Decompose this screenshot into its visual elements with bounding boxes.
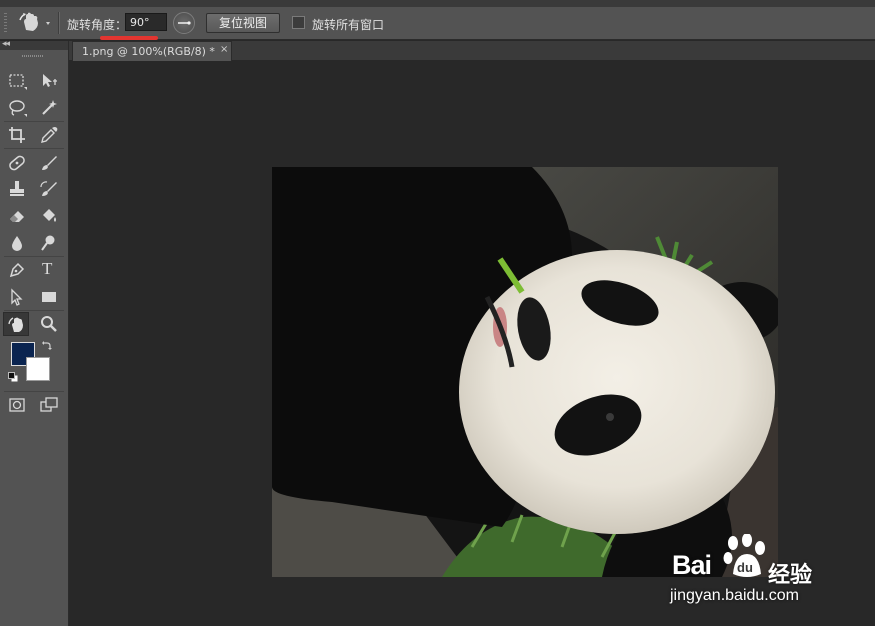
rotation-dial[interactable] [173,12,195,34]
eraser-icon [10,211,24,222]
quick-mask-button[interactable] [4,393,30,417]
paint-bucket-icon [43,209,56,222]
rotate-all-windows-checkbox[interactable] [292,16,305,29]
crop-tool[interactable] [4,123,30,147]
tool-preset-picker[interactable] [16,11,54,35]
move-tool[interactable] [36,69,62,93]
close-tab-icon[interactable]: × [220,44,228,55]
options-separator [58,12,60,34]
tool-group-divider [4,310,64,311]
rotate-all-windows-label: 旋转所有窗口 [312,18,385,32]
rotate-view-tool[interactable] [3,312,29,336]
magic-wand-icon [42,100,57,115]
crop-icon [9,127,25,143]
tools-panel-grip[interactable] [22,55,44,57]
healing-brush-icon [9,155,25,171]
rotate-view-icon [19,12,50,31]
panda-image[interactable] [272,167,778,577]
blur-tool[interactable] [4,231,30,255]
pen-icon [9,262,25,278]
default-colors-icon[interactable] [8,372,19,383]
clone-stamp-tool[interactable] [4,177,30,201]
brush-icon [42,156,57,170]
collapse-panel-icon[interactable]: ◂◂ [2,39,10,49]
dodge-icon [41,235,55,251]
magic-wand-tool[interactable] [36,96,62,120]
blur-icon [12,236,22,251]
eyedropper-icon [41,127,58,143]
chevron-down-icon [46,22,50,25]
healing-brush-tool[interactable] [4,151,30,175]
zoom-tool[interactable] [36,312,62,336]
watermark-url: jingyan.baidu.com [670,587,799,604]
type-tool[interactable]: T [36,258,62,282]
dial-indicator-icon [178,21,191,25]
document-tab[interactable]: 1.png @ 100%(RGB/8) * × [72,41,232,61]
red-annotation-underline [100,36,158,40]
paw-du-text: du [737,560,753,575]
lasso-tool[interactable] [4,96,30,120]
zoom-icon [41,316,57,332]
paint-bucket-tool[interactable] [36,204,62,228]
path-selection-icon [11,288,23,306]
clone-stamp-icon [10,181,24,196]
rectangular-marquee-tool[interactable] [4,69,30,93]
rotation-angle-label: 旋转角度： [67,18,128,32]
type-icon: T [42,259,53,278]
swap-colors-icon[interactable] [41,339,53,351]
background-color-swatch[interactable] [26,357,50,381]
screen-mode-icon [40,397,58,412]
paw-icon: du [723,534,765,577]
history-brush-icon [40,181,57,196]
options-bar-grip[interactable] [4,13,7,33]
baidu-logo-text: Bai [672,550,712,580]
app-top-strip [0,0,875,7]
dodge-tool[interactable] [36,231,62,255]
tool-group-divider [4,148,64,149]
rectangular-marquee-icon [9,74,27,90]
eraser-tool[interactable] [4,204,30,228]
tools-panel-header: ◂◂ [0,39,68,50]
quick-mask-icon [9,398,25,412]
baidu-jingyan-text: 经验 [768,563,813,588]
rectangle-shape-icon [42,292,56,302]
rotation-angle-input[interactable]: 90° [125,13,167,31]
lasso-icon [9,100,27,117]
tool-group-divider [4,391,64,392]
tool-group-divider [4,121,64,122]
screen-mode-button[interactable] [36,393,62,417]
pen-tool[interactable] [4,258,30,282]
panda-photo-artwork [272,167,778,577]
reset-view-button[interactable]: 复位视图 [206,13,280,33]
tools-panel: ◂◂ T [0,39,69,626]
document-tab-title: 1.png @ 100%(RGB/8) * [82,45,215,58]
rectangle-shape-tool[interactable] [36,285,62,309]
brush-tool[interactable] [36,151,62,175]
rotate-view-icon [8,317,23,332]
path-selection-tool[interactable] [4,285,30,309]
tool-group-divider [4,256,64,257]
move-icon [43,74,57,87]
options-bar: 旋转角度： 90° 复位视图 旋转所有窗口 [0,7,875,40]
history-brush-tool[interactable] [36,177,62,201]
eyedropper-tool[interactable] [36,123,62,147]
